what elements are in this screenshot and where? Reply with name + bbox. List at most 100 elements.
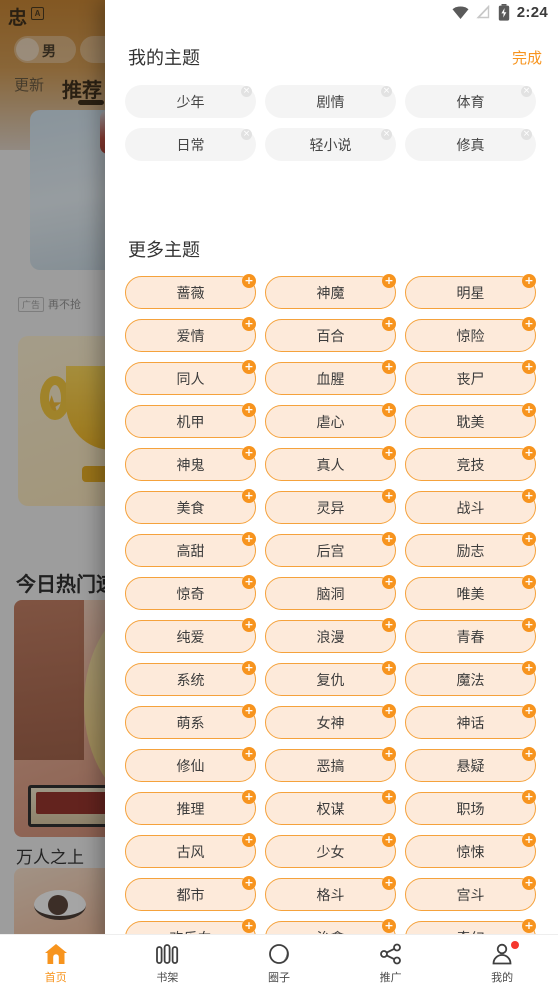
more-theme-chip[interactable]: 真人 +	[265, 446, 396, 481]
add-theme-icon[interactable]: +	[522, 790, 536, 804]
add-theme-icon[interactable]: +	[382, 532, 396, 546]
add-theme-icon[interactable]: +	[522, 704, 536, 718]
remove-theme-icon[interactable]: ×	[241, 86, 252, 97]
add-theme-icon[interactable]: +	[242, 274, 256, 288]
more-theme-chip[interactable]: 灵异 +	[265, 489, 396, 524]
more-theme-chip[interactable]: 美食 +	[125, 489, 256, 524]
my-theme-chip[interactable]: 修真 ×	[405, 128, 536, 161]
add-theme-icon[interactable]: +	[242, 403, 256, 417]
add-theme-icon[interactable]: +	[242, 876, 256, 890]
add-theme-icon[interactable]: +	[522, 833, 536, 847]
more-theme-chip[interactable]: 神鬼 +	[125, 446, 256, 481]
remove-theme-icon[interactable]: ×	[241, 129, 252, 140]
add-theme-icon[interactable]: +	[242, 661, 256, 675]
more-theme-chip[interactable]: 惊奇 +	[125, 575, 256, 610]
add-theme-icon[interactable]: +	[382, 274, 396, 288]
more-theme-chip[interactable]: 格斗 +	[265, 876, 396, 911]
more-theme-chip[interactable]: 爱情 +	[125, 317, 256, 352]
remove-theme-icon[interactable]: ×	[521, 129, 532, 140]
add-theme-icon[interactable]: +	[522, 403, 536, 417]
more-theme-chip[interactable]: 机甲 +	[125, 403, 256, 438]
more-theme-chip[interactable]: 修仙 +	[125, 747, 256, 782]
more-theme-chip[interactable]: 系统 +	[125, 661, 256, 696]
more-theme-chip[interactable]: 宫斗 +	[405, 876, 536, 911]
add-theme-icon[interactable]: +	[522, 489, 536, 503]
add-theme-icon[interactable]: +	[522, 618, 536, 632]
more-theme-chip[interactable]: 惊悚 +	[405, 833, 536, 868]
nav-item-推广[interactable]: 推广	[335, 935, 447, 992]
more-theme-chip[interactable]: 浪漫 +	[265, 618, 396, 653]
add-theme-icon[interactable]: +	[382, 489, 396, 503]
add-theme-icon[interactable]: +	[382, 919, 396, 933]
add-theme-icon[interactable]: +	[522, 747, 536, 761]
nav-item-首页[interactable]: 首页	[0, 935, 112, 992]
more-theme-chip[interactable]: 虐心 +	[265, 403, 396, 438]
add-theme-icon[interactable]: +	[522, 274, 536, 288]
add-theme-icon[interactable]: +	[382, 747, 396, 761]
add-theme-icon[interactable]: +	[522, 661, 536, 675]
add-theme-icon[interactable]: +	[382, 876, 396, 890]
my-theme-chip[interactable]: 轻小说 ×	[265, 128, 396, 161]
add-theme-icon[interactable]: +	[242, 489, 256, 503]
more-theme-chip[interactable]: 神魔 +	[265, 274, 396, 309]
my-theme-chip[interactable]: 日常 ×	[125, 128, 256, 161]
add-theme-icon[interactable]: +	[242, 790, 256, 804]
add-theme-icon[interactable]: +	[522, 919, 536, 933]
nav-item-圈子[interactable]: 圈子	[223, 935, 335, 992]
more-theme-chip[interactable]: 后宫 +	[265, 532, 396, 567]
more-theme-chip[interactable]: 丧尸 +	[405, 360, 536, 395]
my-theme-chip[interactable]: 剧情 ×	[265, 85, 396, 118]
remove-theme-icon[interactable]: ×	[381, 86, 392, 97]
add-theme-icon[interactable]: +	[522, 876, 536, 890]
more-theme-chip[interactable]: 纯爱 +	[125, 618, 256, 653]
more-theme-chip[interactable]: 竞技 +	[405, 446, 536, 481]
add-theme-icon[interactable]: +	[382, 618, 396, 632]
more-theme-chip[interactable]: 高甜 +	[125, 532, 256, 567]
more-theme-chip[interactable]: 权谋 +	[265, 790, 396, 825]
nav-item-书架[interactable]: 书架	[112, 935, 224, 992]
more-theme-chip[interactable]: 神话 +	[405, 704, 536, 739]
my-theme-chip[interactable]: 少年 ×	[125, 85, 256, 118]
add-theme-icon[interactable]: +	[242, 360, 256, 374]
more-theme-chip[interactable]: 推理 +	[125, 790, 256, 825]
more-theme-chip[interactable]: 励志 +	[405, 532, 536, 567]
add-theme-icon[interactable]: +	[522, 446, 536, 460]
more-theme-chip[interactable]: 同人 +	[125, 360, 256, 395]
more-theme-chip[interactable]: 百合 +	[265, 317, 396, 352]
add-theme-icon[interactable]: +	[382, 575, 396, 589]
add-theme-icon[interactable]: +	[522, 317, 536, 331]
add-theme-icon[interactable]: +	[242, 919, 256, 933]
more-theme-chip[interactable]: 明星 +	[405, 274, 536, 309]
add-theme-icon[interactable]: +	[242, 575, 256, 589]
add-theme-icon[interactable]: +	[522, 532, 536, 546]
nav-item-我的[interactable]: 我的	[446, 935, 558, 992]
more-theme-chip[interactable]: 蔷薇 +	[125, 274, 256, 309]
remove-theme-icon[interactable]: ×	[381, 129, 392, 140]
add-theme-icon[interactable]: +	[242, 532, 256, 546]
more-theme-chip[interactable]: 魔法 +	[405, 661, 536, 696]
add-theme-icon[interactable]: +	[382, 661, 396, 675]
add-theme-icon[interactable]: +	[242, 833, 256, 847]
more-theme-chip[interactable]: 青春 +	[405, 618, 536, 653]
add-theme-icon[interactable]: +	[242, 704, 256, 718]
my-theme-chip[interactable]: 体育 ×	[405, 85, 536, 118]
more-theme-chip[interactable]: 恶搞 +	[265, 747, 396, 782]
add-theme-icon[interactable]: +	[382, 360, 396, 374]
add-theme-icon[interactable]: +	[382, 790, 396, 804]
more-theme-chip[interactable]: 惊险 +	[405, 317, 536, 352]
remove-theme-icon[interactable]: ×	[521, 86, 532, 97]
add-theme-icon[interactable]: +	[522, 575, 536, 589]
add-theme-icon[interactable]: +	[382, 833, 396, 847]
more-theme-chip[interactable]: 脑洞 +	[265, 575, 396, 610]
add-theme-icon[interactable]: +	[242, 618, 256, 632]
add-theme-icon[interactable]: +	[382, 317, 396, 331]
more-theme-chip[interactable]: 战斗 +	[405, 489, 536, 524]
more-theme-chip[interactable]: 悬疑 +	[405, 747, 536, 782]
add-theme-icon[interactable]: +	[382, 704, 396, 718]
more-theme-chip[interactable]: 耽美 +	[405, 403, 536, 438]
add-theme-icon[interactable]: +	[382, 403, 396, 417]
more-theme-chip[interactable]: 萌系 +	[125, 704, 256, 739]
more-theme-chip[interactable]: 女神 +	[265, 704, 396, 739]
more-theme-chip[interactable]: 唯美 +	[405, 575, 536, 610]
add-theme-icon[interactable]: +	[242, 317, 256, 331]
